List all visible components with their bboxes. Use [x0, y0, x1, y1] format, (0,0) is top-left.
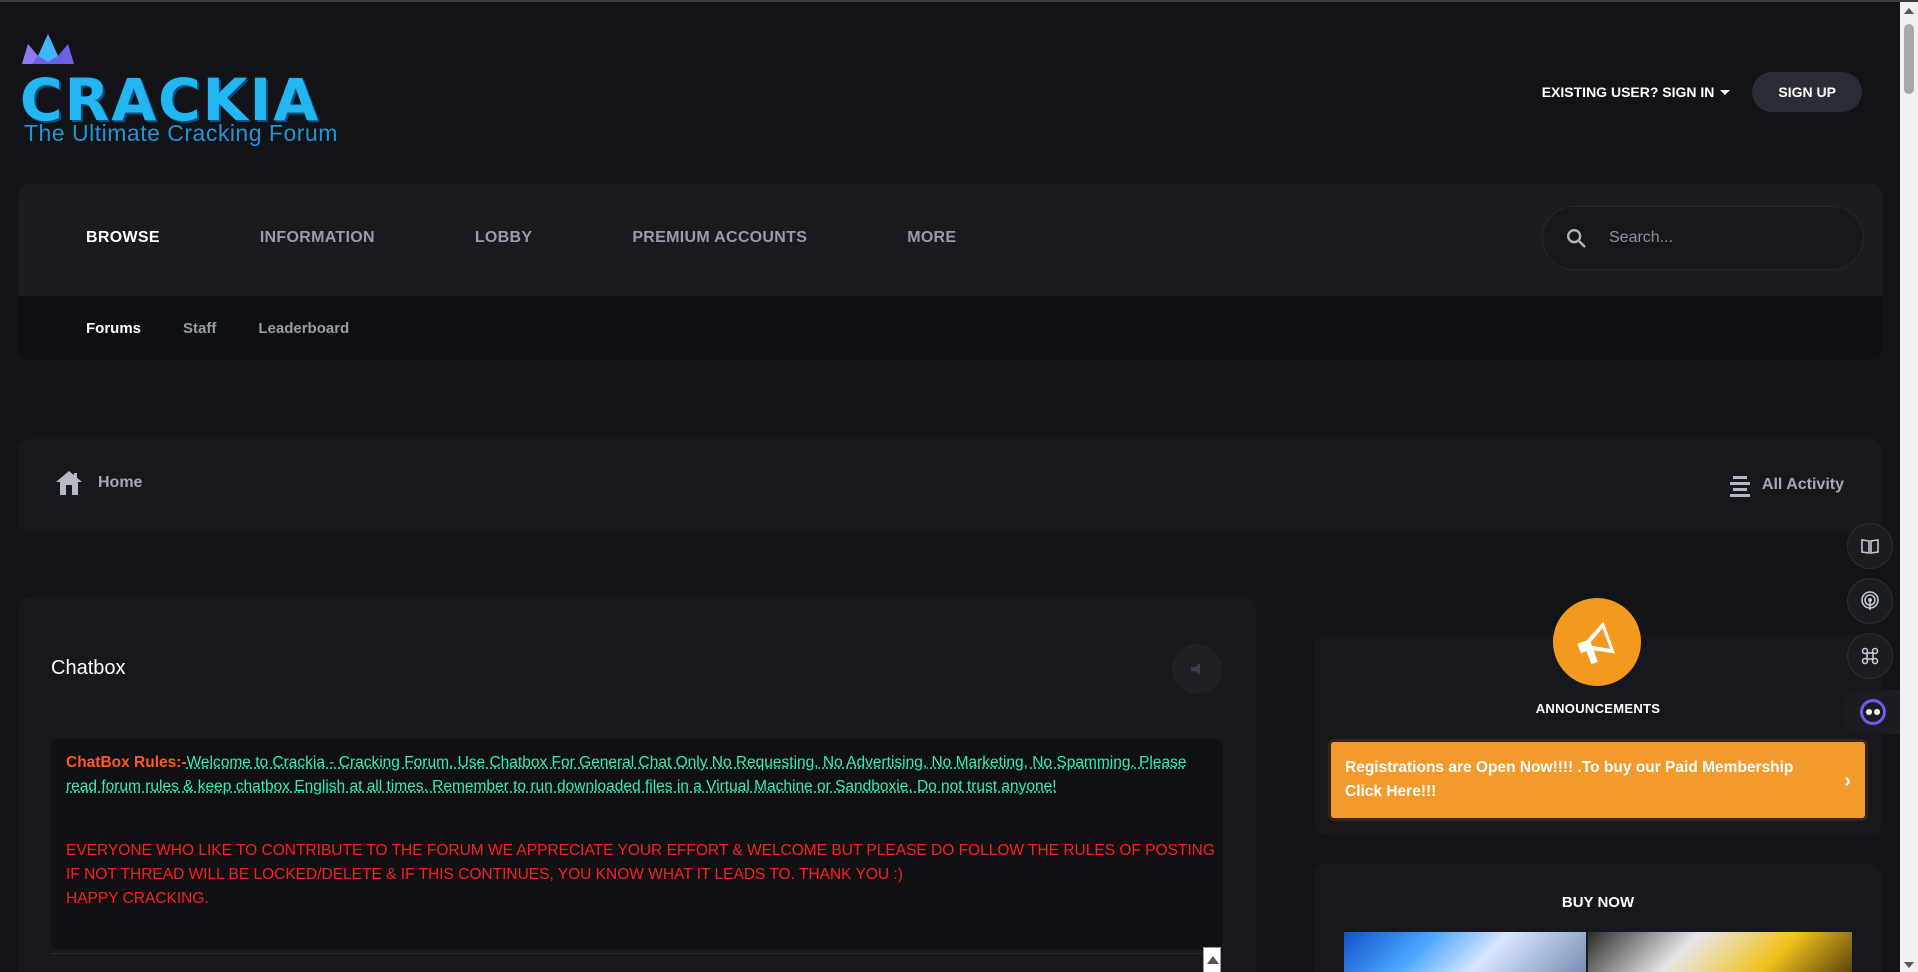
nav-secondary: Forums Staff Leaderboard	[18, 296, 1882, 360]
site-logo[interactable]: CRACKIA The Ultimate Cracking Forum	[18, 32, 368, 152]
scroll-down-arrow-icon[interactable]	[1904, 962, 1914, 968]
sub-nav-forums[interactable]: Forums	[86, 320, 141, 337]
assistant-button[interactable]	[1843, 690, 1903, 734]
all-activity-link[interactable]: All Activity	[1728, 473, 1844, 497]
nav-item-information[interactable]: INFORMATION	[260, 229, 375, 247]
sub-nav-staff[interactable]: Staff	[183, 320, 216, 337]
chatbox-rules: ChatBox Rules:-Welcome to Crackia - Crac…	[66, 751, 1206, 799]
announcements-title: ANNOUNCEMENTS	[1535, 701, 1661, 716]
shortcuts-button[interactable]	[1847, 633, 1893, 679]
chatbox-title: Chatbox	[51, 657, 126, 679]
buy-now-widget: BUY NOW	[1314, 864, 1882, 972]
guides-button[interactable]	[1847, 523, 1893, 569]
sound-toggle-button[interactable]	[1172, 644, 1222, 694]
megaphone-icon	[1553, 598, 1641, 686]
scrollbar-thumb[interactable]	[1904, 24, 1914, 94]
nav-secondary-items: Forums Staff Leaderboard	[86, 320, 391, 337]
scroll-up-button[interactable]	[1203, 947, 1221, 972]
all-activity-label: All Activity	[1761, 476, 1844, 493]
auth-actions: EXISTING USER? SIGN IN SIGN UP	[1542, 72, 1862, 112]
rules-label: ChatBox Rules:-	[66, 754, 187, 771]
side-toolbar	[1847, 523, 1897, 688]
main-navigation: BROWSE INFORMATION LOBBY PREMIUM ACCOUNT…	[18, 184, 1882, 360]
crown-icon	[22, 34, 74, 64]
search-input[interactable]	[1609, 229, 1829, 247]
announcement-item[interactable]: Registrations are Open Now!!!! .To buy o…	[1328, 739, 1868, 821]
chatbox-panel: Chatbox ChatBox Rules:-Welcome to Cracki…	[18, 597, 1256, 972]
logo-tagline: The Ultimate Cracking Forum	[24, 120, 338, 146]
speaker-icon	[1191, 663, 1200, 675]
nav-item-lobby[interactable]: LOBBY	[475, 229, 533, 247]
site-header: CRACKIA The Ultimate Cracking Forum EXIS…	[0, 2, 1900, 182]
nav-item-more[interactable]: MORE	[907, 229, 956, 247]
buy-now-title: BUY NOW	[1561, 894, 1635, 911]
sign-in-dropdown[interactable]: EXISTING USER? SIGN IN	[1542, 84, 1731, 100]
nav-item-premium-accounts[interactable]: PREMIUM ACCOUNTS	[632, 229, 807, 247]
rules-text: Welcome to Crackia - Cracking Forum. Use…	[66, 754, 1187, 795]
search-box[interactable]	[1542, 206, 1864, 270]
chevron-right-icon: ›	[1844, 770, 1851, 792]
sign-up-button[interactable]: SIGN UP	[1752, 72, 1862, 112]
caret-down-icon	[1720, 89, 1731, 95]
nav-primary-items: BROWSE INFORMATION LOBBY PREMIUM ACCOUNT…	[86, 229, 1056, 247]
buy-now-banner-2[interactable]	[1588, 932, 1852, 972]
search-icon	[1567, 229, 1586, 248]
warning-line-2: HAPPY CRACKING.	[66, 890, 209, 907]
book-icon	[1861, 539, 1879, 554]
nav-item-browse[interactable]: BROWSE	[86, 229, 160, 247]
page: CRACKIA The Ultimate Cracking Forum EXIS…	[0, 0, 1918, 972]
sub-nav-leaderboard[interactable]: Leaderboard	[258, 320, 349, 337]
breadcrumb: Home All Activity	[18, 439, 1882, 533]
page-scrollbar[interactable]	[1900, 2, 1918, 972]
home-icon	[56, 471, 82, 495]
chatbox-divider	[51, 953, 1223, 954]
chatbox-rules-area: ChatBox Rules:-Welcome to Crackia - Crac…	[51, 739, 1223, 949]
broadcast-button[interactable]	[1847, 578, 1893, 624]
scroll-up-arrow-icon[interactable]	[1904, 8, 1914, 14]
sign-in-label: EXISTING USER? SIGN IN	[1541, 84, 1715, 100]
announcement-text: Registrations are Open Now!!!! .To buy o…	[1345, 759, 1794, 800]
warning-line-1: EVERYONE WHO LIKE TO CONTRIBUTE TO THE F…	[66, 842, 1215, 883]
arrow-up-icon	[1207, 956, 1219, 964]
nav-primary: BROWSE INFORMATION LOBBY PREMIUM ACCOUNT…	[18, 184, 1882, 296]
breadcrumb-home[interactable]: Home	[54, 469, 142, 497]
broadcast-icon	[1861, 591, 1879, 610]
activity-list-icon	[1729, 476, 1750, 497]
bot-icon	[1860, 699, 1886, 725]
buy-now-banner-1[interactable]	[1344, 932, 1586, 972]
breadcrumb-home-label: Home	[98, 474, 143, 491]
chatbox-warning: EVERYONE WHO LIKE TO CONTRIBUTE TO THE F…	[66, 839, 1216, 911]
command-icon	[1861, 647, 1879, 665]
